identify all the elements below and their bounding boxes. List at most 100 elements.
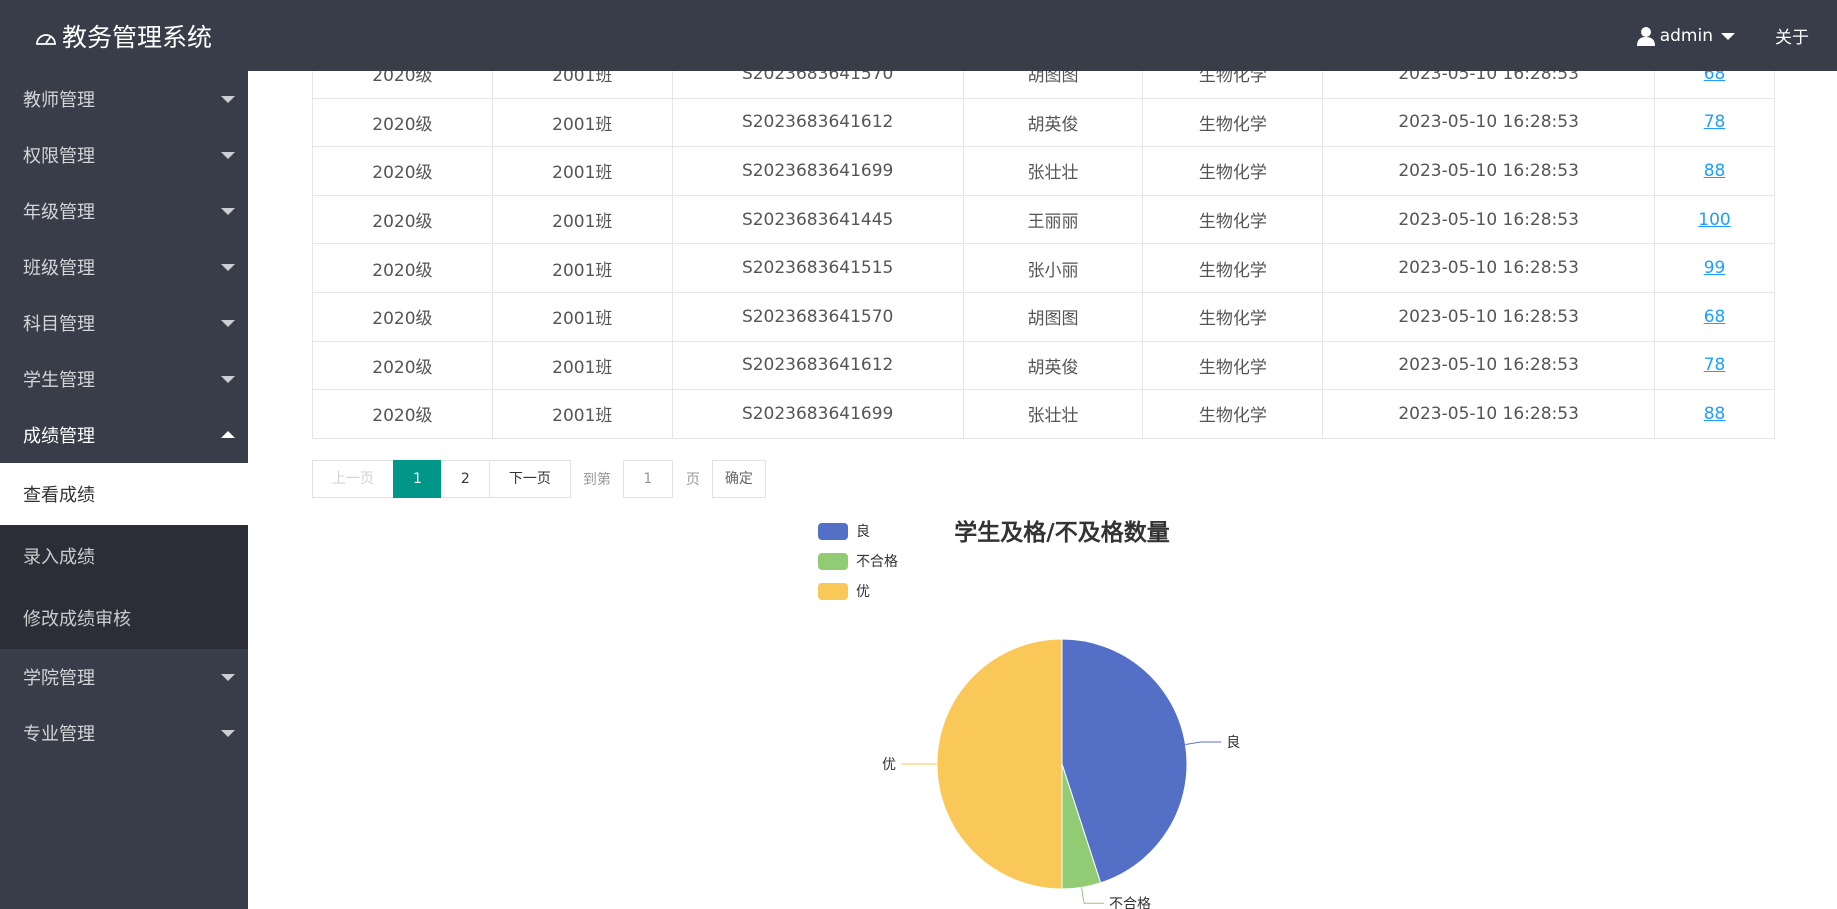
chevron-down-icon — [221, 208, 235, 215]
table-row: 2020级 2001班 S2023683641612 胡英俊 生物化学 2023-05-1… — [312, 340, 1775, 391]
table-cell-grade: 2020级 — [312, 146, 493, 196]
page-1-button[interactable]: 1 — [393, 460, 442, 498]
sidebar-item-label: 班级管理 — [23, 258, 95, 279]
score-link[interactable]: 100 — [1698, 210, 1730, 230]
table-cell-subject: 生物化学 — [1142, 243, 1324, 293]
table-cell-score: 100 — [1654, 194, 1775, 245]
app-title: 教务管理系统 — [62, 22, 213, 52]
table-row: 2020级 2001班 S2023683641515 张小丽 生物化学 2023-05-1… — [312, 243, 1775, 293]
sidebar-item-students[interactable]: 学生管理 — [0, 351, 248, 407]
table-cell-student-id: S2023683641699 — [671, 146, 964, 196]
about-link[interactable]: 关于 — [1775, 23, 1809, 48]
table-cell-grade: 2020级 — [312, 340, 493, 391]
legend-label[interactable]: 不合格 — [856, 554, 898, 570]
table-cell-grade: 2020级 — [312, 243, 493, 293]
chevron-down-icon — [221, 376, 235, 383]
score-link[interactable]: 88 — [1704, 404, 1726, 424]
sidebar-item-subjects[interactable]: 科目管理 — [0, 295, 248, 351]
table-cell-subject: 生物化学 — [1142, 340, 1324, 391]
scores-table: 2020级 2001班 S2023683641570 胡图图 生物化学 2023-05-1… — [312, 71, 1775, 439]
top-header: 教务管理系统 admin 关于 — [0, 0, 1837, 71]
pie-slice[interactable] — [1061, 638, 1188, 884]
table-cell-time: 2023-05-10 16:28:53 — [1322, 389, 1656, 439]
sidebar-item-label: 权限管理 — [23, 146, 95, 167]
score-link[interactable]: 99 — [1704, 258, 1726, 278]
chevron-down-icon — [221, 152, 235, 159]
table-cell-student-id: S2023683641570 — [671, 71, 964, 99]
sidebar-item-grades[interactable]: 年级管理 — [0, 183, 248, 239]
user-menu[interactable]: admin — [1636, 25, 1735, 46]
score-link[interactable]: 78 — [1704, 355, 1726, 375]
sidebar-item-colleges[interactable]: 学院管理 — [0, 649, 248, 705]
table-cell-grade: 2020级 — [312, 389, 493, 439]
table-cell-subject: 生物化学 — [1142, 194, 1324, 245]
app-logo[interactable]: 教务管理系统 — [34, 0, 212, 71]
chevron-down-icon — [221, 96, 235, 103]
table-row: 2020级 2001班 S2023683641570 胡图图 生物化学 2023-05-1… — [312, 71, 1775, 99]
sidebar-subitem-enter-scores[interactable]: 录入成绩 — [0, 525, 248, 587]
sidebar-item-label: 专业管理 — [23, 724, 95, 745]
score-link[interactable]: 68 — [1704, 71, 1726, 84]
table-cell-grade: 2020级 — [312, 194, 493, 245]
sidebar-item-teachers[interactable]: 教师管理 — [0, 71, 248, 127]
sidebar-item-label: 学院管理 — [23, 668, 95, 689]
chevron-down-icon — [221, 674, 235, 681]
legend-label[interactable]: 良 — [856, 524, 870, 540]
legend-swatch[interactable] — [818, 523, 848, 540]
prev-page-button[interactable]: 上一页 — [312, 460, 394, 498]
pagination: 上一页 1 2 下一页 到第 页 确定 — [312, 460, 766, 498]
table-row: 2020级 2001班 S2023683641445 王丽丽 生物化学 2023-05-1… — [312, 194, 1775, 245]
table-cell-class: 2001班 — [491, 291, 673, 342]
chevron-down-icon — [1721, 33, 1735, 40]
table-cell-name: 张壮壮 — [962, 146, 1144, 196]
sidebar-item-permissions[interactable]: 权限管理 — [0, 127, 248, 183]
main-content: 2020级 2001班 S2023683641570 胡图图 生物化学 2023-05-1… — [248, 71, 1837, 909]
sidebar-item-label: 学生管理 — [23, 370, 95, 391]
page-2-button[interactable]: 2 — [440, 460, 490, 498]
score-link[interactable]: 88 — [1704, 161, 1726, 181]
table-cell-class: 2001班 — [491, 146, 673, 196]
sidebar-submenu-scores: 查看成绩 录入成绩 修改成绩审核 — [0, 463, 248, 649]
table-cell-subject: 生物化学 — [1142, 389, 1324, 439]
table-cell-score: 88 — [1654, 146, 1775, 196]
table-cell-student-id: S2023683641445 — [671, 194, 964, 245]
pie-slice[interactable] — [936, 638, 1063, 890]
pie-label-line — [1185, 741, 1222, 745]
table-cell-name: 张小丽 — [962, 243, 1144, 293]
score-link[interactable]: 68 — [1704, 307, 1726, 327]
sidebar-subitem-review-changes[interactable]: 修改成绩审核 — [0, 587, 248, 649]
table-cell-time: 2023-05-10 16:28:53 — [1322, 194, 1656, 245]
legend-swatch[interactable] — [818, 553, 848, 570]
sidebar-item-majors[interactable]: 专业管理 — [0, 705, 248, 761]
table-cell-class: 2001班 — [491, 97, 673, 148]
table-cell-name: 胡图图 — [962, 71, 1144, 99]
legend-swatch[interactable] — [818, 583, 848, 600]
table-cell-student-id: S2023683641570 — [671, 291, 964, 342]
sidebar-subitem-view-scores[interactable]: 查看成绩 — [0, 463, 248, 525]
score-link[interactable]: 78 — [1704, 112, 1726, 132]
table-cell-time: 2023-05-10 16:28:53 — [1322, 340, 1656, 391]
chevron-up-icon — [221, 431, 235, 438]
goto-confirm-button[interactable]: 确定 — [711, 460, 766, 498]
legend-label[interactable]: 优 — [856, 584, 870, 600]
sidebar-item-label: 年级管理 — [23, 202, 95, 223]
table-cell-subject: 生物化学 — [1142, 71, 1324, 99]
sidebar-item-classes[interactable]: 班级管理 — [0, 239, 248, 295]
next-page-button[interactable]: 下一页 — [488, 460, 571, 498]
sidebar-item-label: 成绩管理 — [23, 426, 95, 447]
sidebar-item-scores[interactable]: 成绩管理 — [0, 407, 248, 463]
table-cell-time: 2023-05-10 16:28:53 — [1322, 97, 1656, 148]
table-cell-class: 2001班 — [491, 194, 673, 245]
goto-page-input[interactable] — [622, 460, 673, 498]
table-cell-name: 张壮壮 — [962, 389, 1144, 439]
table-cell-class: 2001班 — [491, 243, 673, 293]
sidebar-item-label: 教师管理 — [23, 90, 95, 111]
table-cell-time: 2023-05-10 16:28:53 — [1322, 71, 1656, 99]
table-row: 2020级 2001班 S2023683641699 张壮壮 生物化学 2023-05-1… — [312, 146, 1775, 196]
user-icon — [1636, 26, 1655, 46]
sidebar-item-label: 科目管理 — [23, 314, 95, 335]
dashboard-icon — [36, 33, 56, 45]
goto-prefix-label: 到第 — [582, 472, 611, 488]
pie-slice[interactable] — [1061, 763, 1102, 890]
user-name: admin — [1659, 25, 1713, 46]
